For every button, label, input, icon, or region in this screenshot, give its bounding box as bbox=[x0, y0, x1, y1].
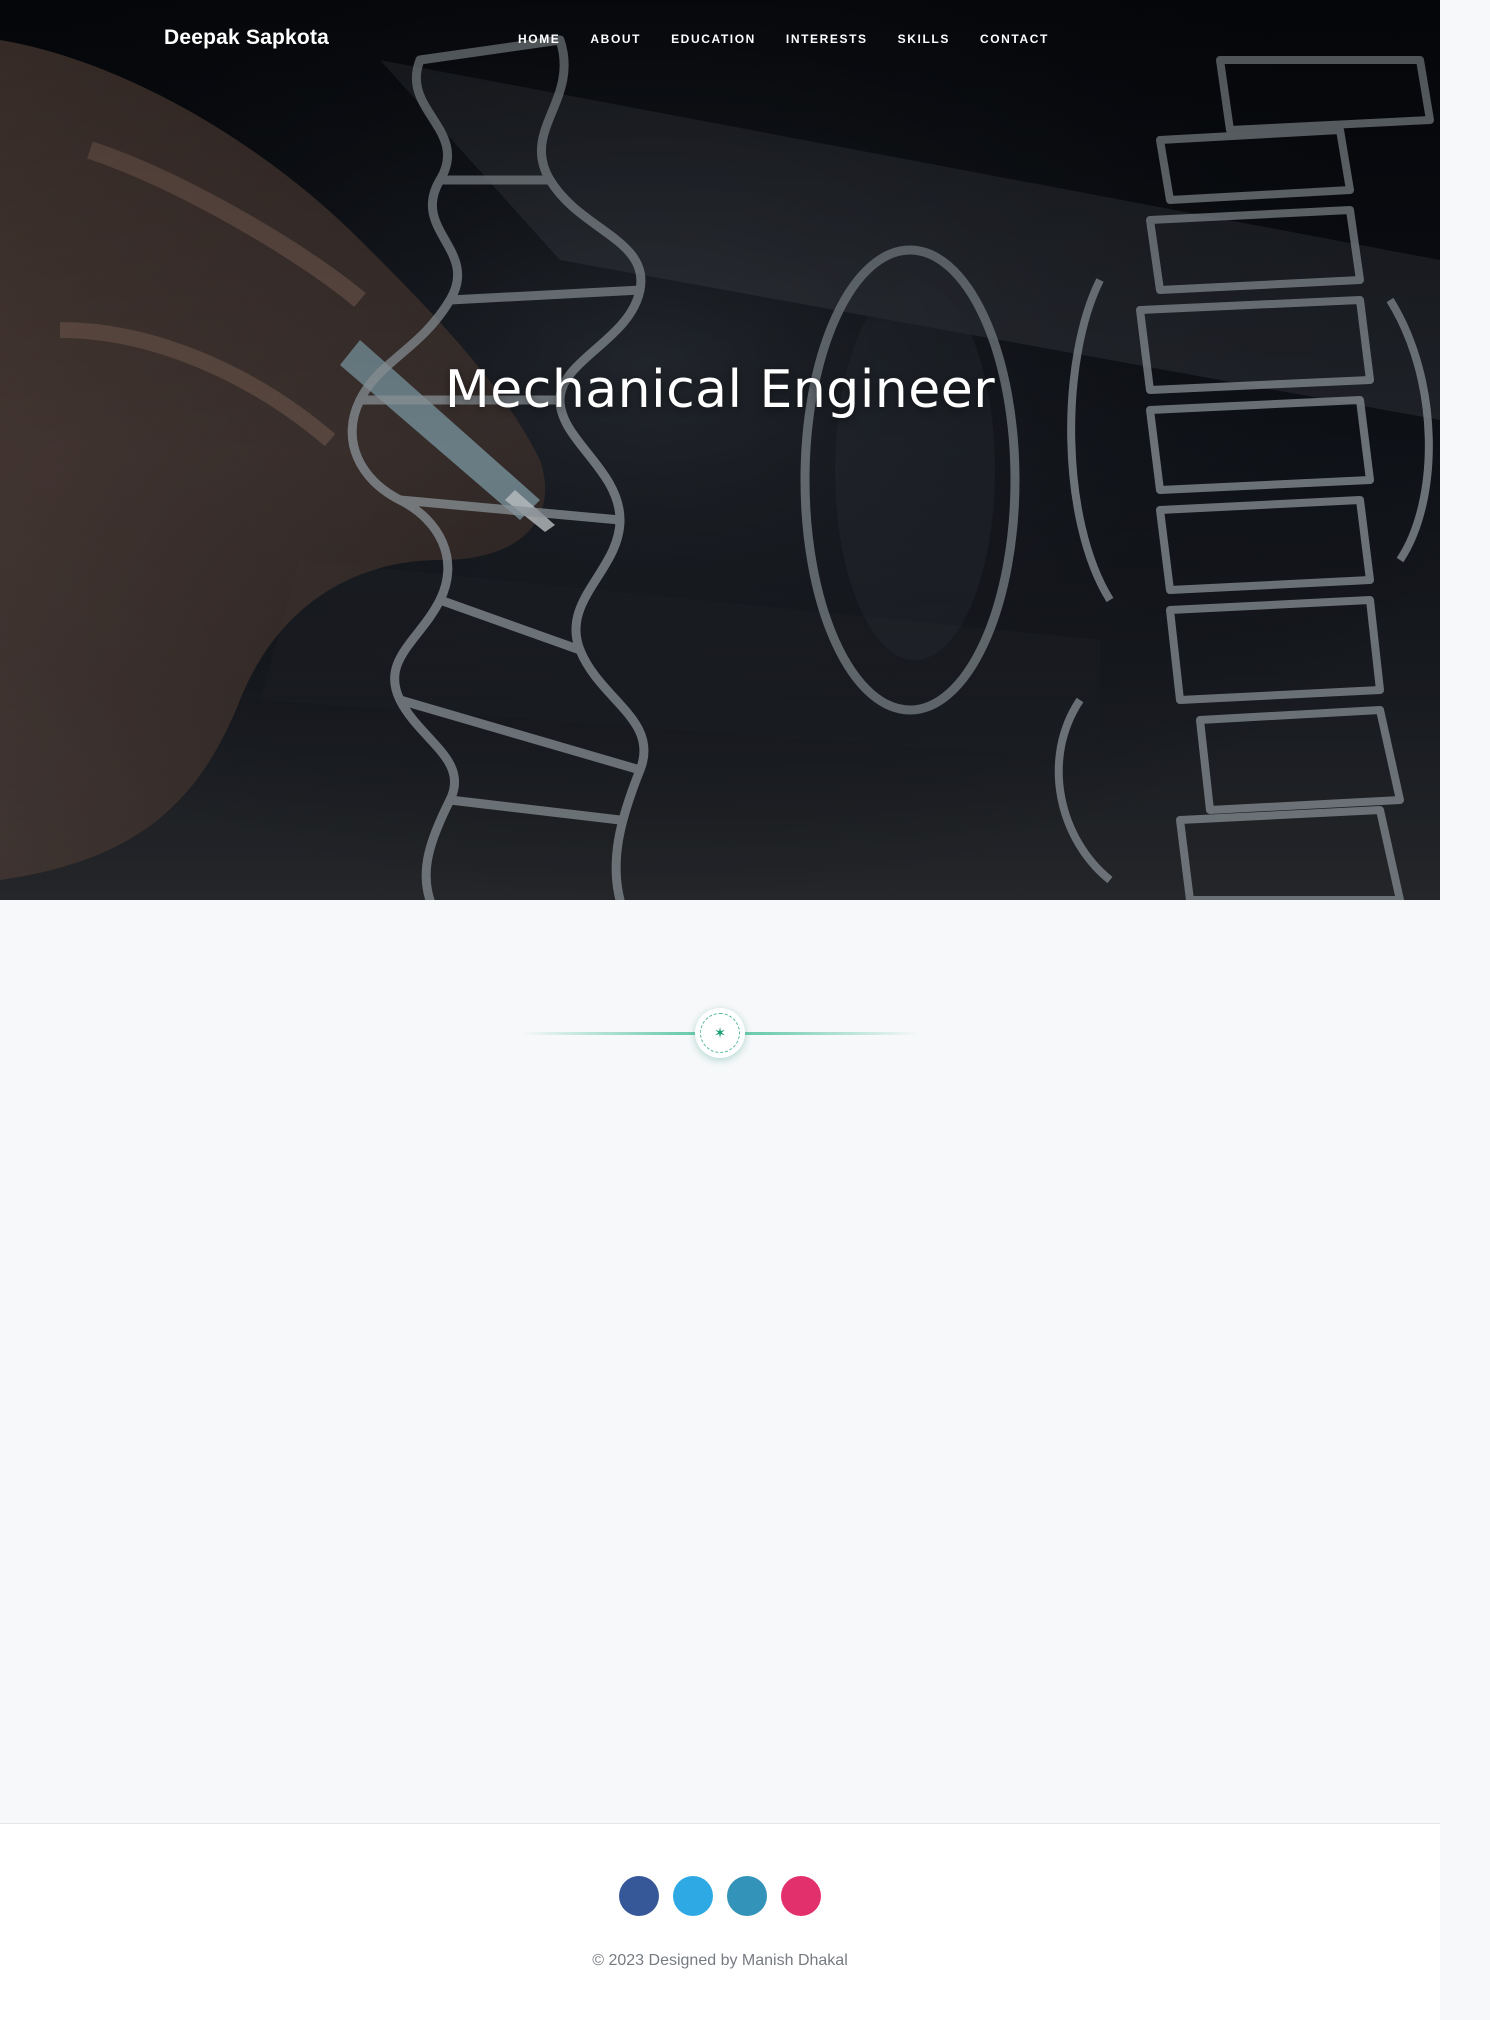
divider-badge: ✶ bbox=[695, 1008, 745, 1058]
nav-skills-link[interactable]: SKILLS bbox=[898, 32, 950, 46]
hero-section: Deepak Sapkota HOME ABOUT EDUCATION INTE… bbox=[0, 0, 1440, 900]
twitter-icon[interactable] bbox=[673, 1876, 713, 1916]
footer: © 2023 Designed by Manish Dhakal bbox=[0, 1823, 1440, 2020]
section-divider: ✶ bbox=[520, 1006, 920, 1060]
facebook-icon[interactable] bbox=[619, 1876, 659, 1916]
page-gutter bbox=[1440, 0, 1490, 2020]
asterisk-icon: ✶ bbox=[700, 1013, 740, 1053]
nav-education-link[interactable]: EDUCATION bbox=[671, 32, 756, 46]
hero-title: Mechanical Engineer bbox=[444, 360, 996, 420]
nav-home-link[interactable]: HOME bbox=[518, 32, 560, 46]
social-links bbox=[619, 1876, 821, 1916]
copyright-text: © 2023 Designed by Manish Dhakal bbox=[592, 1952, 848, 1969]
nav-contact-link[interactable]: CONTACT bbox=[980, 32, 1049, 46]
nav-about-link[interactable]: ABOUT bbox=[590, 32, 641, 46]
linkedin-icon[interactable] bbox=[727, 1876, 767, 1916]
brand-link[interactable]: Deepak Sapkota bbox=[164, 26, 329, 50]
dribbble-icon[interactable] bbox=[781, 1876, 821, 1916]
page: Deepak Sapkota HOME ABOUT EDUCATION INTE… bbox=[0, 0, 1440, 2020]
nav-links: HOME ABOUT EDUCATION INTERESTS SKILLS CO… bbox=[518, 32, 1079, 46]
navbar: Deepak Sapkota HOME ABOUT EDUCATION INTE… bbox=[0, 0, 1440, 80]
nav-interests-link[interactable]: INTERESTS bbox=[786, 32, 868, 46]
hero-overlay bbox=[0, 0, 1440, 900]
